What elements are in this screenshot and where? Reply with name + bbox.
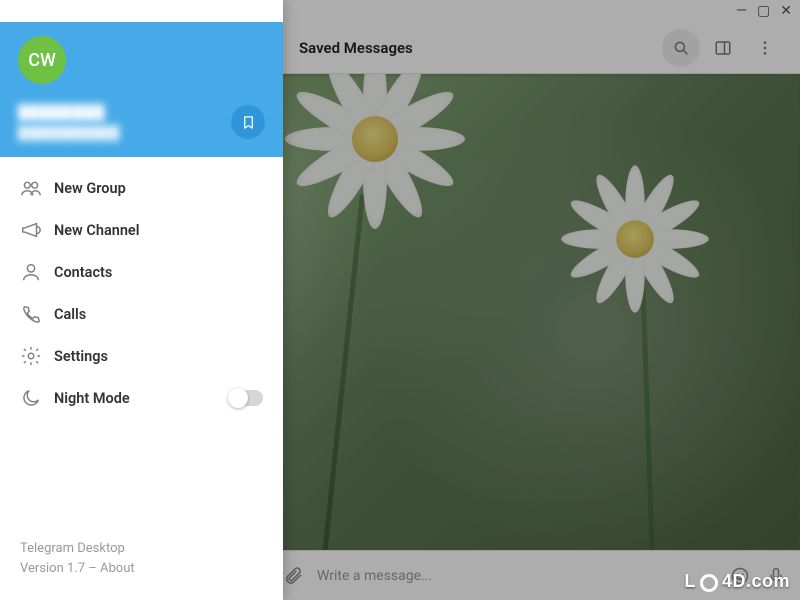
bookmark-icon	[241, 115, 256, 130]
menu-label: Calls	[54, 306, 86, 323]
profile-header: CW ████████ ██████████	[0, 22, 283, 157]
watermark-text: L	[684, 571, 696, 592]
profile-phone: ██████████	[18, 125, 265, 141]
night-mode-toggle[interactable]	[229, 390, 263, 406]
main-menu-drawer: CW ████████ ██████████ New Group New Cha…	[0, 0, 283, 600]
menu-calls[interactable]: Calls	[0, 293, 283, 335]
menu-label: Night Mode	[54, 390, 130, 407]
menu-label: New Channel	[54, 222, 140, 239]
saved-messages-button[interactable]	[231, 105, 265, 139]
version-about[interactable]: Version 1.7 – About	[20, 559, 263, 579]
drawer-footer: Telegram Desktop Version 1.7 – About	[0, 539, 283, 600]
person-icon	[20, 261, 42, 283]
drawer-menu: New Group New Channel Contacts Calls Set…	[0, 157, 283, 429]
phone-icon	[20, 303, 42, 325]
gear-icon	[20, 345, 42, 367]
menu-label: New Group	[54, 180, 126, 197]
menu-settings[interactable]: Settings	[0, 335, 283, 377]
menu-new-group[interactable]: New Group	[0, 167, 283, 209]
menu-new-channel[interactable]: New Channel	[0, 209, 283, 251]
moon-icon	[20, 387, 42, 409]
menu-night-mode[interactable]: Night Mode	[0, 377, 283, 419]
menu-contacts[interactable]: Contacts	[0, 251, 283, 293]
watermark-o-icon	[700, 574, 718, 592]
group-icon	[20, 177, 42, 199]
menu-label: Settings	[54, 348, 108, 365]
watermark-text: 4D.com	[722, 571, 790, 592]
menu-label: Contacts	[54, 264, 112, 281]
app-name: Telegram Desktop	[20, 539, 263, 559]
avatar[interactable]: CW	[18, 36, 66, 84]
megaphone-icon	[20, 219, 42, 241]
watermark: L 4D.com	[684, 571, 790, 592]
profile-username: ████████	[18, 104, 265, 121]
